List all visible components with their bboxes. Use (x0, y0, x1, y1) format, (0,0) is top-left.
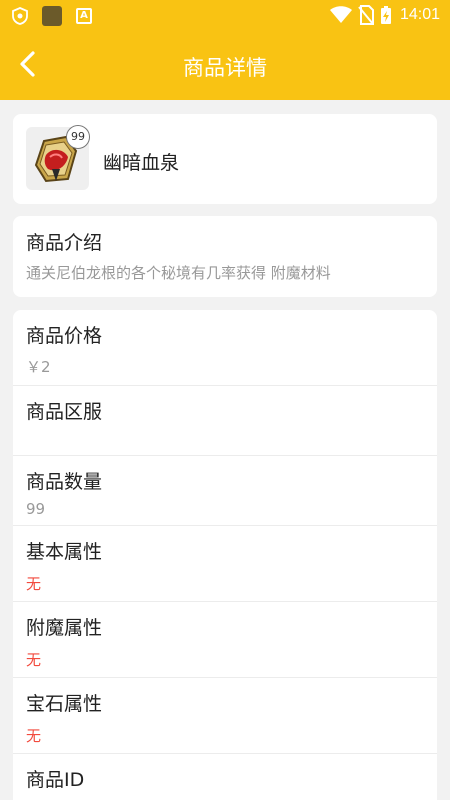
product-intro-card: 商品介绍 通关尼伯龙根的各个秘境有几率获得 附魔材料 (13, 216, 437, 297)
app-header: A 14:01 商品详情 (0, 0, 450, 100)
quantity-label: 商品数量 (26, 471, 103, 493)
detail-row-price: 商品价格 ￥2 (13, 310, 437, 386)
product-card: 99 幽暗血泉 (13, 114, 437, 204)
quantity-value: 99 (26, 500, 46, 518)
wifi-icon (329, 6, 352, 23)
product-details-card: 商品价格 ￥2 商品区服 商品数量 99 基本属性 无 附魔属性 无 宝石属性 … (13, 310, 437, 800)
detail-row-enchant-attributes: 附魔属性 无 (13, 602, 437, 678)
detail-row-gem-attributes: 宝石属性 无 (13, 678, 437, 754)
server-label: 商品区服 (26, 401, 103, 423)
enchant-attributes-label: 附魔属性 (26, 617, 103, 639)
detail-row-quantity: 商品数量 99 (13, 456, 437, 526)
product-name: 幽暗血泉 (103, 152, 180, 174)
price-label: 商品价格 (26, 325, 103, 347)
detail-row-base-attributes: 基本属性 无 (13, 526, 437, 602)
base-attributes-value: 无 (26, 575, 42, 593)
page-title: 商品详情 (183, 56, 267, 80)
intro-label: 商品介绍 (26, 232, 103, 254)
intro-value: 通关尼伯龙根的各个秘境有几率获得 附魔材料 (26, 264, 331, 282)
status-bar: A 14:01 (0, 0, 450, 32)
detail-row-product-id: 商品ID (13, 754, 437, 800)
quantity-badge: 99 (66, 125, 90, 149)
gem-attributes-value: 无 (26, 727, 42, 745)
clock: 14:01 (399, 6, 440, 23)
gem-attributes-label: 宝石属性 (26, 693, 103, 715)
app-notification-icon (42, 6, 62, 26)
nav-bar: 商品详情 (0, 32, 450, 100)
battery-charging-icon (380, 6, 391, 24)
product-id-label: 商品ID (26, 769, 85, 791)
font-a-icon: A (76, 8, 92, 24)
shield-icon (12, 7, 28, 25)
base-attributes-label: 基本属性 (26, 541, 103, 563)
detail-row-server: 商品区服 (13, 386, 437, 456)
price-value: ￥2 (26, 358, 51, 376)
enchant-attributes-value: 无 (26, 651, 42, 669)
no-sim-icon (358, 5, 374, 25)
